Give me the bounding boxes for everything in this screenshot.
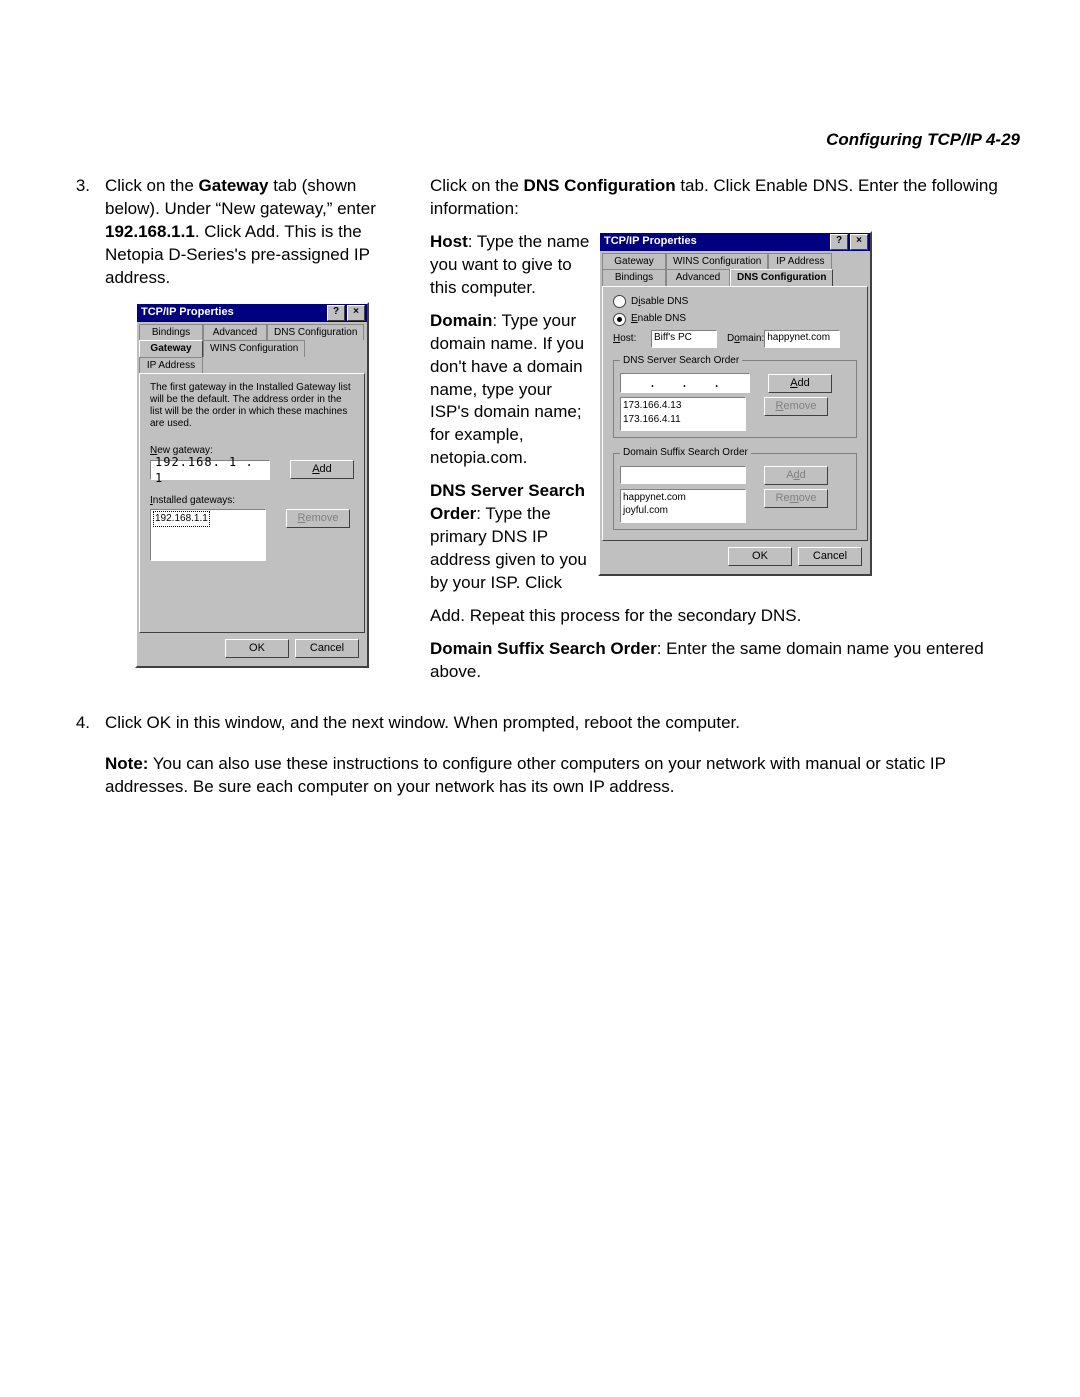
host-input[interactable]: Biff's PC (651, 330, 717, 348)
domain-paragraph: Domain: Type your domain name. If you do… (430, 310, 590, 471)
suffix-list[interactable]: happynet.com joyful.com (620, 489, 746, 523)
dns-dialog: TCP/IP Properties ? × Gateway WINS Confi… (598, 231, 872, 576)
tab-advanced[interactable]: Advanced (666, 269, 730, 286)
dns-add-button[interactable]: Add (768, 374, 832, 393)
domain-label: Domain: (727, 332, 764, 346)
gateway-dialog-title: TCP/IP Properties (139, 305, 325, 320)
tab-bindings[interactable]: Bindings (139, 324, 203, 341)
tab-gateway[interactable]: Gateway (602, 253, 666, 270)
dns-ip-input[interactable]: ... (620, 373, 750, 393)
list-item[interactable]: happynet.com (623, 491, 743, 505)
installed-gateways-label: Installed gateways: (150, 494, 354, 508)
dns-server-paragraph-partial: DNS Server Search Order: Type the primar… (430, 480, 590, 595)
tab-advanced[interactable]: Advanced (203, 324, 267, 341)
step-4-text: Click OK in this window, and the next wi… (105, 712, 1020, 735)
close-icon[interactable]: × (850, 234, 868, 250)
tab-gateway[interactable]: Gateway (139, 340, 203, 357)
domain-suffix-search-order-label: Domain Suffix Search Order (620, 446, 751, 460)
domain-input[interactable]: happynet.com (764, 330, 840, 348)
ok-button[interactable]: OK (225, 639, 289, 658)
list-item[interactable]: joyful.com (623, 504, 743, 518)
help-icon[interactable]: ? (830, 234, 848, 250)
suffix-add-button[interactable]: Add (764, 466, 828, 485)
dns-dialog-title: TCP/IP Properties (602, 234, 828, 249)
cancel-button[interactable]: Cancel (798, 547, 862, 566)
cancel-button[interactable]: Cancel (295, 639, 359, 658)
tab-ip-address[interactable]: IP Address (139, 357, 203, 374)
host-paragraph: Host: Type the name you want to give to … (430, 231, 590, 300)
disable-dns-radio[interactable]: Disable DNS (613, 295, 857, 309)
gateway-dialog: TCP/IP Properties ? × Bindings Advanced … (135, 302, 369, 668)
help-icon[interactable]: ? (327, 305, 345, 321)
step-3-number: 3. (60, 175, 90, 198)
list-item[interactable]: 173.166.4.11 (623, 413, 743, 427)
tab-dns-configuration[interactable]: DNS Configuration (730, 269, 833, 286)
dns-add-continuation: Add. Repeat this process for the seconda… (430, 605, 1020, 628)
note-text: Note: You can also use these instruction… (105, 753, 1020, 799)
step-3-right-intro: Click on the DNS Configuration tab. Clic… (430, 175, 1020, 221)
new-gateway-input[interactable]: 192.168. 1 . 1 (150, 460, 270, 480)
enable-dns-radio[interactable]: Enable DNS (613, 312, 857, 326)
close-icon[interactable]: × (347, 305, 365, 321)
step-4-number: 4. (60, 712, 90, 735)
step-3-left-text: Click on the Gateway tab (shown below). … (105, 175, 410, 290)
dns-remove-button[interactable]: Remove (764, 397, 828, 416)
page-header: Configuring TCP/IP 4-29 (826, 130, 1020, 150)
dns-server-list[interactable]: 173.166.4.13 173.166.4.11 (620, 397, 746, 431)
dns-server-search-order-label: DNS Server Search Order (620, 354, 742, 368)
remove-button[interactable]: Remove (286, 509, 350, 528)
tab-dns-configuration[interactable]: DNS Configuration (267, 324, 364, 341)
tab-wins[interactable]: WINS Configuration (666, 253, 768, 270)
ok-button[interactable]: OK (728, 547, 792, 566)
domain-suffix-paragraph: Domain Suffix Search Order: Enter the sa… (430, 638, 1020, 684)
host-label: Host: (613, 332, 651, 346)
tab-bindings[interactable]: Bindings (602, 269, 666, 286)
installed-gateways-list[interactable]: 192.168.1.1 (150, 509, 266, 561)
tab-ip-address[interactable]: IP Address (768, 253, 832, 270)
list-item[interactable]: 192.168.1.1 (153, 511, 210, 527)
add-button[interactable]: Add (290, 460, 354, 479)
list-item[interactable]: 173.166.4.13 (623, 399, 743, 413)
tab-wins[interactable]: WINS Configuration (203, 340, 305, 357)
gateway-info-text: The first gateway in the Installed Gatew… (150, 382, 354, 430)
suffix-remove-button[interactable]: Remove (764, 489, 828, 508)
suffix-input[interactable] (620, 466, 746, 484)
